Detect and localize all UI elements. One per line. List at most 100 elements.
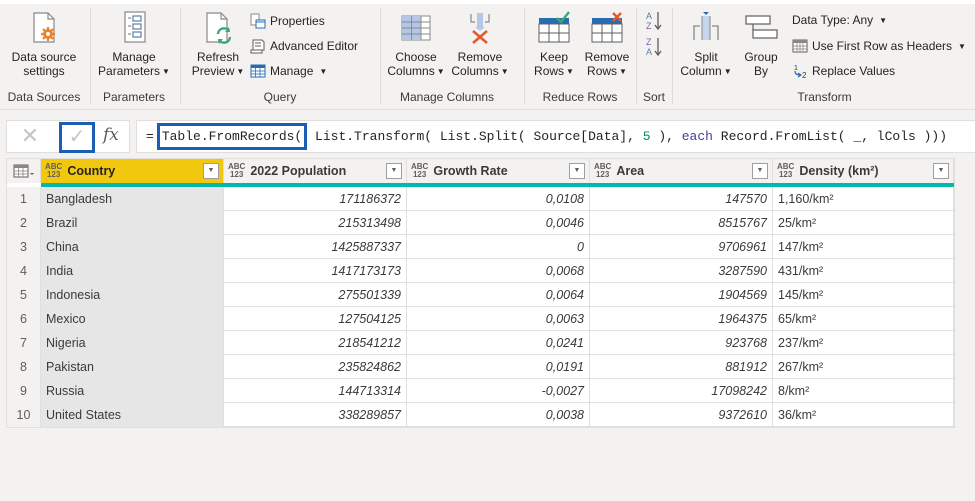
cell-area[interactable]: 1964375 (590, 307, 773, 331)
row-number[interactable]: 1 (7, 187, 41, 211)
cell-growth-rate[interactable]: 0,0038 (407, 403, 590, 427)
cell-growth-rate[interactable]: 0,0108 (407, 187, 590, 211)
cell-population[interactable]: 235824862 (224, 355, 407, 379)
manage-button[interactable]: Manage ▼ (250, 63, 327, 79)
cell-population[interactable]: 275501339 (224, 283, 407, 307)
row-number[interactable]: 6 (7, 307, 41, 331)
remove-rows-button[interactable]: Remove Rows ▼ (580, 10, 634, 79)
row-number[interactable]: 8 (7, 355, 41, 379)
row-number[interactable]: 2 (7, 211, 41, 235)
cell-growth-rate[interactable]: 0 (407, 235, 590, 259)
cell-area[interactable]: 881912 (590, 355, 773, 379)
keep-rows-button[interactable]: Keep Rows ▼ (528, 10, 580, 79)
cell-country[interactable]: Pakistan (41, 355, 224, 379)
manage-parameters-button[interactable]: Manage Parameters ▼ (92, 10, 176, 79)
column-filter-dropdown-icon[interactable]: ▼ (569, 163, 585, 179)
cell-area[interactable]: 9372610 (590, 403, 773, 427)
group-data-sources: Data source settings Data Sources (0, 6, 88, 108)
column-header[interactable]: ABC 123 Growth Rate ▼ (407, 159, 590, 183)
any-type-icon[interactable]: ABC 123 (228, 163, 245, 179)
cell-density[interactable]: 36/km² (773, 403, 954, 427)
formula-input[interactable]: = Table.FromRecords( List.Transform( List… (136, 120, 975, 153)
cell-area[interactable]: 9706961 (590, 235, 773, 259)
data-type-dropdown[interactable]: Data Type: Any ▼ (792, 13, 887, 27)
sort-descending-button[interactable]: Z A (645, 36, 663, 58)
cell-growth-rate[interactable]: 0,0063 (407, 307, 590, 331)
cell-population[interactable]: 1425887337 (224, 235, 407, 259)
cell-density[interactable]: 25/km² (773, 211, 954, 235)
cell-density[interactable]: 65/km² (773, 307, 954, 331)
fx-icon[interactable]: fx (103, 125, 119, 145)
column-header[interactable]: ABC 123 Area ▼ (590, 159, 773, 183)
remove-columns-button[interactable]: Remove Columns ▼ (448, 10, 512, 79)
cell-population[interactable]: 171186372 (224, 187, 407, 211)
column-filter-dropdown-icon[interactable]: ▼ (203, 163, 219, 179)
cell-density[interactable]: 267/km² (773, 355, 954, 379)
column-header[interactable]: ABC 123 Country ▼ (41, 159, 224, 183)
split-column-button[interactable]: Split Column ▼ (676, 10, 736, 79)
properties-button[interactable]: Properties (250, 13, 325, 29)
cell-country[interactable]: United States (41, 403, 224, 427)
cell-density[interactable]: 145/km² (773, 283, 954, 307)
cell-density[interactable]: 1,160/km² (773, 187, 954, 211)
any-type-icon[interactable]: ABC 123 (411, 163, 428, 179)
any-type-icon[interactable]: ABC 123 (594, 163, 611, 179)
column-header[interactable]: ABC 123 Density (km²) ▼ (773, 159, 954, 183)
row-number[interactable]: 4 (7, 259, 41, 283)
refresh-preview-button[interactable]: Refresh Preview ▼ (186, 10, 250, 79)
cell-country[interactable]: Indonesia (41, 283, 224, 307)
cell-population[interactable]: 144713314 (224, 379, 407, 403)
formula-highlight: Table.FromRecords( (156, 123, 308, 150)
group-by-button[interactable]: Group By (738, 10, 784, 78)
use-first-row-as-headers-button[interactable]: Use First Row as Headers ▼ (792, 38, 966, 54)
cell-density[interactable]: 8/km² (773, 379, 954, 403)
cell-population[interactable]: 127504125 (224, 307, 407, 331)
row-number[interactable]: 3 (7, 235, 41, 259)
row-number[interactable]: 10 (7, 403, 41, 427)
cell-country[interactable]: India (41, 259, 224, 283)
row-number[interactable]: 9 (7, 379, 41, 403)
cell-country[interactable]: Bangladesh (41, 187, 224, 211)
cell-density[interactable]: 431/km² (773, 259, 954, 283)
cancel-formula-icon[interactable]: ✕ (17, 125, 43, 149)
column-header[interactable]: ABC 123 2022 Population ▼ (224, 159, 407, 183)
cell-density[interactable]: 147/km² (773, 235, 954, 259)
cell-growth-rate[interactable]: 0,0064 (407, 283, 590, 307)
cell-growth-rate[interactable]: 0,0191 (407, 355, 590, 379)
any-type-icon[interactable]: ABC 123 (45, 163, 62, 179)
cell-growth-rate[interactable]: -0,0027 (407, 379, 590, 403)
group-label-query: Query (263, 90, 297, 104)
cell-growth-rate[interactable]: 0,0046 (407, 211, 590, 235)
cell-population[interactable]: 1417173173 (224, 259, 407, 283)
cell-country[interactable]: Russia (41, 379, 224, 403)
advanced-editor-button[interactable]: Advanced Editor (250, 38, 358, 54)
cell-country[interactable]: China (41, 235, 224, 259)
cell-country[interactable]: Mexico (41, 307, 224, 331)
cell-area[interactable]: 923768 (590, 331, 773, 355)
cell-population[interactable]: 215313498 (224, 211, 407, 235)
column-filter-dropdown-icon[interactable]: ▼ (752, 163, 768, 179)
table-menu-button[interactable] (7, 159, 41, 183)
cell-population[interactable]: 338289857 (224, 403, 407, 427)
commit-formula-icon[interactable]: ✓ (59, 122, 95, 153)
replace-values-button[interactable]: 12 Replace Values (792, 63, 895, 79)
cell-area[interactable]: 1904569 (590, 283, 773, 307)
row-number[interactable]: 7 (7, 331, 41, 355)
cell-country[interactable]: Brazil (41, 211, 224, 235)
cell-population[interactable]: 218541212 (224, 331, 407, 355)
sort-ascending-button[interactable]: A Z (645, 10, 663, 32)
column-filter-dropdown-icon[interactable]: ▼ (933, 163, 949, 179)
cell-growth-rate[interactable]: 0,0068 (407, 259, 590, 283)
cell-area[interactable]: 3287590 (590, 259, 773, 283)
cell-density[interactable]: 237/km² (773, 331, 954, 355)
cell-area[interactable]: 147570 (590, 187, 773, 211)
cell-country[interactable]: Nigeria (41, 331, 224, 355)
row-number[interactable]: 5 (7, 283, 41, 307)
data-source-settings-button[interactable]: Data source settings (0, 10, 88, 78)
choose-columns-button[interactable]: Choose Columns ▼ (384, 10, 448, 79)
cell-growth-rate[interactable]: 0,0241 (407, 331, 590, 355)
cell-area[interactable]: 8515767 (590, 211, 773, 235)
any-type-icon[interactable]: ABC 123 (777, 163, 794, 179)
column-filter-dropdown-icon[interactable]: ▼ (386, 163, 402, 179)
cell-area[interactable]: 17098242 (590, 379, 773, 403)
